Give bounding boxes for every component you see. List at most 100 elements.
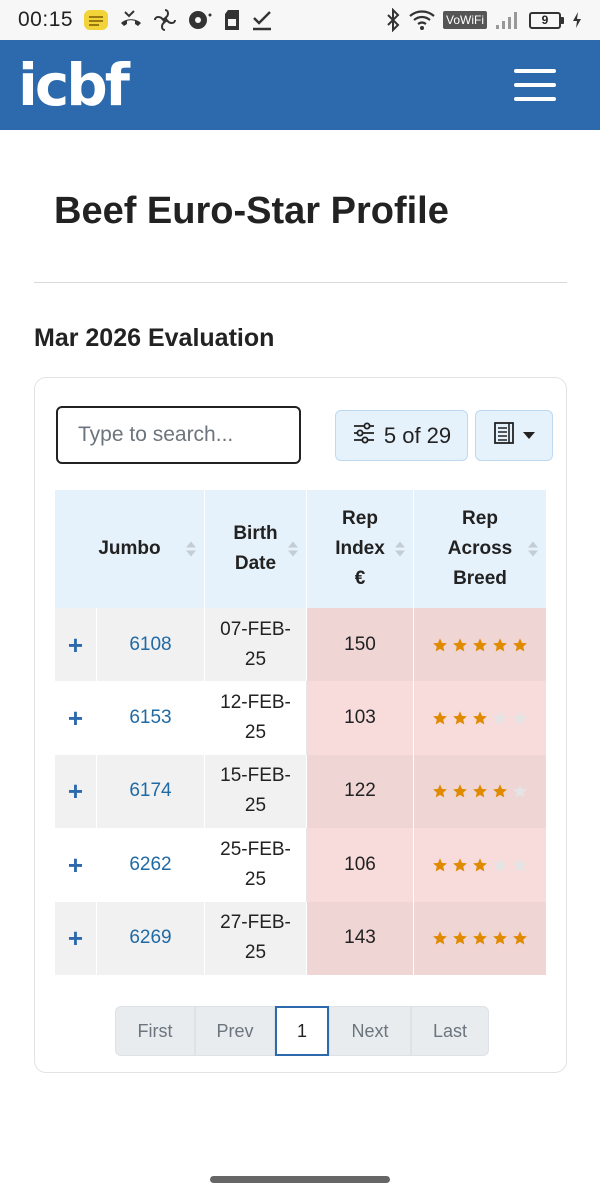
star-filled-icon xyxy=(473,638,487,652)
star-filled-icon xyxy=(453,638,467,652)
expand-cell: + xyxy=(55,901,97,975)
star-filled-icon xyxy=(493,638,507,652)
expand-icon[interactable]: + xyxy=(68,632,83,658)
pagination-next-button[interactable]: Next xyxy=(329,1006,411,1056)
star-rating-cell xyxy=(414,608,546,682)
column-header-rep-index[interactable]: Rep Index € xyxy=(307,490,414,608)
signal-icon xyxy=(495,8,521,32)
menu-icon-bar xyxy=(514,83,556,87)
status-time: 00:15 xyxy=(18,8,74,31)
battery-tip xyxy=(561,16,564,24)
sort-icon xyxy=(395,541,405,557)
star-rating-cell xyxy=(414,901,546,975)
vowifi-badge: VoWiFi xyxy=(442,11,487,29)
sliders-icon xyxy=(352,422,376,450)
column-header-label: Jumbo xyxy=(98,538,161,559)
profile-table: Jumbo Birth Date Rep Index € Rep Across Breed… xyxy=(55,490,546,975)
star-rating xyxy=(432,857,528,873)
star-filled-icon xyxy=(473,784,487,798)
filter-button[interactable]: 5 of 29 xyxy=(335,410,468,461)
star-empty-icon xyxy=(493,858,507,872)
star-filled-icon xyxy=(433,784,447,798)
jumbo-link[interactable]: 6269 xyxy=(129,923,171,953)
table-header: Jumbo Birth Date Rep Index € Rep Across Breed xyxy=(55,490,546,608)
columns-toggle-button[interactable] xyxy=(475,410,553,461)
birth-date-cell: 12-FEB- 25 xyxy=(205,681,307,755)
status-right: VoWiFi 9 xyxy=(385,8,582,32)
column-header-rep-across-breed[interactable]: Rep Across Breed xyxy=(414,490,546,608)
status-bar: 00:15 VoWiFi 9 xyxy=(0,0,600,40)
rep-index-cell: 103 xyxy=(307,681,414,755)
status-left: 00:15 xyxy=(18,8,273,32)
pagination-last-button[interactable]: Last xyxy=(411,1006,489,1056)
expand-cell: + xyxy=(55,754,97,829)
jumbo-link[interactable]: 6153 xyxy=(129,703,171,733)
star-rating-cell xyxy=(414,754,546,829)
star-filled-icon xyxy=(493,931,507,945)
pagination: First Prev 1 Next Last xyxy=(115,1006,489,1056)
search-input[interactable] xyxy=(56,406,301,464)
profile-card: 5 of 29 Jumbo BirthDate RepIndex€ RepAcr… xyxy=(34,377,567,1073)
star-filled-icon xyxy=(473,711,487,725)
birth-date-cell: 15-FEB- 25 xyxy=(205,754,307,829)
birth-date-cell: 27-FEB- 25 xyxy=(205,901,307,975)
jumbo-cell: 6153 xyxy=(97,681,205,755)
battery-icon: 9 xyxy=(529,11,564,29)
jumbo-cell: 6269 xyxy=(97,901,205,975)
star-filled-icon xyxy=(433,711,447,725)
icbf-logo[interactable]: icbf xyxy=(18,56,130,114)
jumbo-link[interactable]: 6262 xyxy=(129,850,171,880)
jumbo-cell: 6174 xyxy=(97,754,205,829)
star-filled-icon xyxy=(473,858,487,872)
star-rating xyxy=(432,710,528,726)
fan-icon xyxy=(153,8,177,32)
menu-icon-bar xyxy=(514,97,556,101)
charging-icon xyxy=(572,8,582,32)
pagination-current-page[interactable]: 1 xyxy=(275,1006,329,1056)
star-filled-icon xyxy=(433,931,447,945)
expand-icon[interactable]: + xyxy=(68,705,83,731)
star-empty-icon xyxy=(513,858,527,872)
table-row: + 6269 27-FEB- 25 143 xyxy=(55,901,546,975)
table-row: + 6108 07-FEB- 25 150 xyxy=(55,608,546,682)
column-header-label: Rep Index € xyxy=(335,508,385,589)
jumbo-cell: 6262 xyxy=(97,828,205,902)
rep-index-cell: 150 xyxy=(307,608,414,682)
jumbo-link[interactable]: 6174 xyxy=(129,776,171,806)
expand-cell: + xyxy=(55,681,97,755)
sort-icon xyxy=(288,541,298,557)
column-header-jumbo[interactable]: Jumbo xyxy=(55,490,205,608)
column-header-birth-date[interactable]: Birth Date xyxy=(205,490,307,608)
sim-card-icon xyxy=(223,8,241,32)
pagination-first-button[interactable]: First xyxy=(115,1006,195,1056)
star-rating-cell xyxy=(414,828,546,902)
star-filled-icon xyxy=(453,784,467,798)
pagination-prev-button[interactable]: Prev xyxy=(195,1006,275,1056)
divider xyxy=(34,282,567,283)
table-row: + 6153 12-FEB- 25 103 xyxy=(55,681,546,755)
star-empty-icon xyxy=(493,711,507,725)
menu-icon-bar xyxy=(514,69,556,73)
rep-index-cell: 143 xyxy=(307,901,414,975)
star-filled-icon xyxy=(473,931,487,945)
expand-icon[interactable]: + xyxy=(68,778,83,804)
birth-date-cell: 25-FEB- 25 xyxy=(205,828,307,902)
jumbo-link[interactable]: 6108 xyxy=(129,630,171,660)
sort-icon xyxy=(186,541,196,557)
star-filled-icon xyxy=(433,638,447,652)
star-filled-icon xyxy=(493,784,507,798)
star-rating xyxy=(432,783,528,799)
star-rating-cell xyxy=(414,681,546,755)
page-title: Beef Euro-Star Profile xyxy=(54,190,449,232)
jumbo-cell: 6108 xyxy=(97,608,205,682)
home-indicator[interactable] xyxy=(210,1176,390,1183)
expand-icon[interactable]: + xyxy=(68,925,83,951)
column-header-label: Rep Across Breed xyxy=(447,508,513,589)
menu-icon[interactable] xyxy=(514,69,556,101)
expand-cell: + xyxy=(55,828,97,902)
wifi-icon xyxy=(409,8,435,32)
chevron-down-icon xyxy=(523,432,535,439)
star-empty-icon xyxy=(513,711,527,725)
sort-icon xyxy=(528,541,538,557)
expand-icon[interactable]: + xyxy=(68,852,83,878)
